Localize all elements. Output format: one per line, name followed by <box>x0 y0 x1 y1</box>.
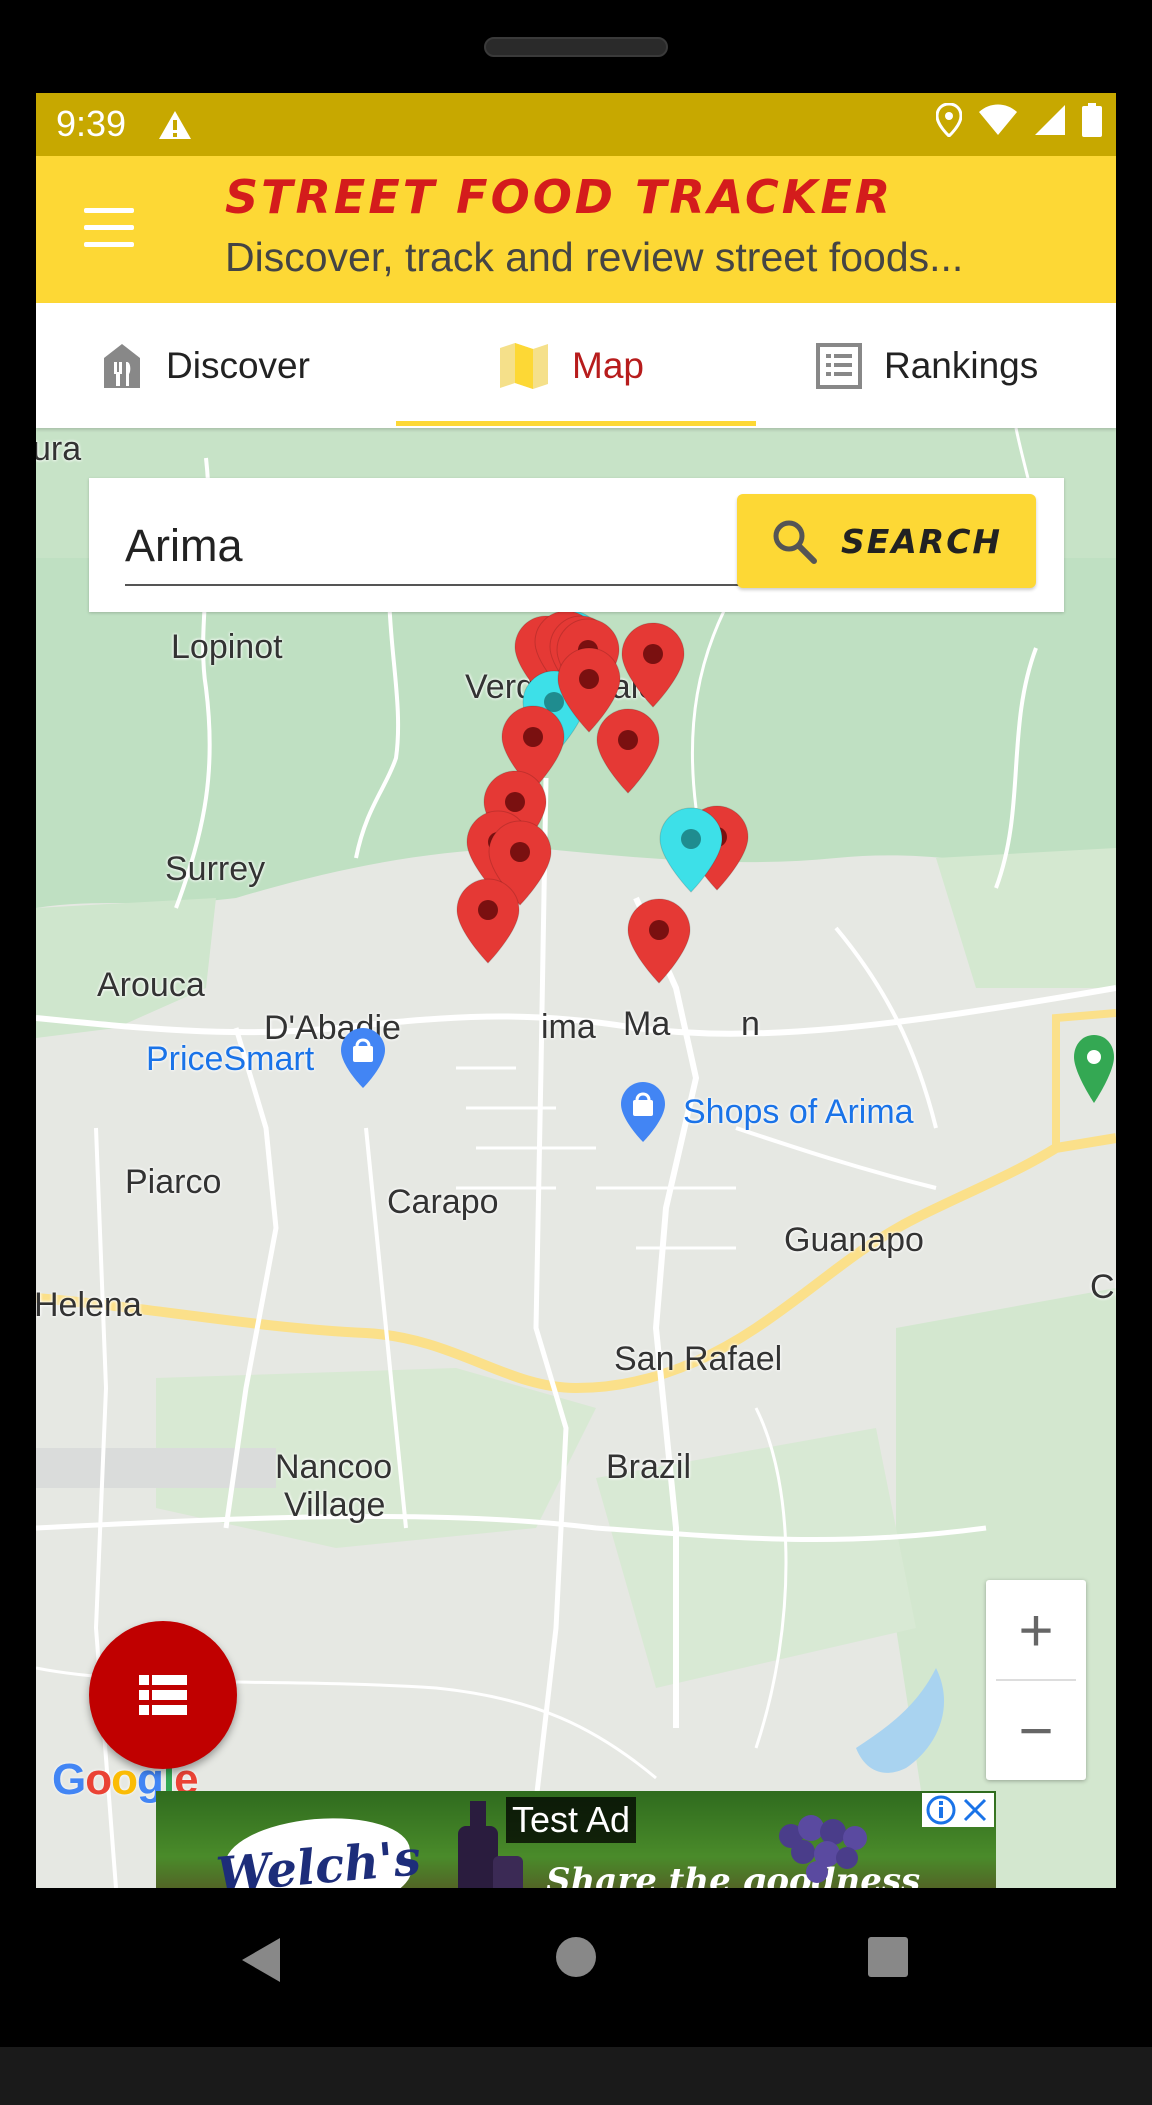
place-label: ura <box>36 430 82 468</box>
app-screen: 9:39 STREET FOOD TRACKER Discover, track… <box>36 93 1116 1888</box>
place-label: Ma <box>623 1005 671 1043</box>
place-label: Arouca <box>97 966 205 1004</box>
place-label: Brazil <box>606 1448 692 1486</box>
food-vendor-pin[interactable] <box>595 707 661 795</box>
tab-map[interactable]: Map <box>498 303 644 428</box>
tab-map-label: Map <box>572 344 644 386</box>
battery-icon <box>1082 103 1102 137</box>
close-icon[interactable] <box>960 1795 990 1825</box>
place-label: San Rafael <box>614 1340 783 1378</box>
device-chin <box>0 2047 1152 2105</box>
place-label: ima <box>541 1008 596 1046</box>
highlighted-food-pin[interactable] <box>658 806 724 894</box>
shopping-bag-pin-icon[interactable] <box>339 1026 387 1090</box>
tab-bar: Discover Map Rankings <box>36 303 1116 428</box>
warning-icon <box>159 111 191 139</box>
ad-choices[interactable] <box>922 1793 994 1827</box>
location-icon <box>936 103 962 137</box>
list-view-fab[interactable] <box>89 1621 237 1769</box>
test-ad-label: Test Ad <box>506 1797 637 1843</box>
recents-icon[interactable] <box>867 1936 909 1978</box>
food-vendor-pin[interactable] <box>626 897 692 985</box>
restaurant-icon <box>104 343 140 388</box>
place-label: Carapo <box>387 1183 499 1221</box>
grapes-image <box>779 1815 867 1883</box>
tab-discover[interactable]: Discover <box>100 303 310 428</box>
search-icon <box>773 520 817 564</box>
place-label-pricesmart[interactable]: PriceSmart <box>146 1040 314 1079</box>
system-nav-bar <box>0 1888 1152 2047</box>
place-label: Nancoo <box>275 1448 393 1486</box>
signal-icon <box>1035 105 1065 135</box>
place-label: Lopinot <box>171 628 283 666</box>
earpiece-speaker <box>484 37 668 57</box>
place-label: Piarco <box>125 1163 222 1201</box>
place-label: Helena <box>36 1286 142 1324</box>
place-label-shops-of-arima[interactable]: Shops of Arima <box>683 1093 914 1132</box>
list-icon <box>816 342 862 389</box>
search-card: SEARCH <box>89 478 1064 612</box>
map-view[interactable]: ura Lopinot Verdant Vale Surrey Arouca D… <box>36 428 1116 1888</box>
zoom-in-button[interactable]: + <box>986 1580 1086 1680</box>
status-time: 9:39 <box>56 103 127 144</box>
zoom-control: + − <box>986 1580 1086 1780</box>
welchs-logo: Welch's <box>214 1811 423 1888</box>
app-title: STREET FOOD TRACKER <box>225 170 894 224</box>
app-subtitle: Discover, track and review street foods.… <box>225 234 964 280</box>
home-icon[interactable] <box>555 1936 597 1978</box>
food-vendor-pin[interactable] <box>620 621 686 709</box>
search-button[interactable]: SEARCH <box>737 494 1036 588</box>
green-place-pin-icon[interactable] <box>1072 1033 1116 1113</box>
info-icon <box>926 1795 956 1825</box>
back-icon[interactable] <box>240 1936 284 1984</box>
shopping-bag-pin-icon[interactable] <box>619 1080 667 1144</box>
tab-rankings[interactable]: Rankings <box>816 303 1038 428</box>
list-view-icon <box>139 1675 187 1715</box>
search-button-label: SEARCH <box>840 521 1003 561</box>
wifi-icon <box>979 104 1017 135</box>
status-bar: 9:39 <box>36 93 1116 156</box>
place-label: Cu <box>1090 1268 1116 1306</box>
place-label: n <box>741 1005 760 1043</box>
tab-discover-label: Discover <box>166 344 310 386</box>
place-label: Surrey <box>165 850 266 888</box>
app-header: STREET FOOD TRACKER Discover, track and … <box>36 156 1116 303</box>
active-tab-indicator <box>396 421 756 426</box>
place-label: Guanapo <box>784 1221 924 1259</box>
tab-rankings-label: Rankings <box>884 344 1039 386</box>
ad-banner[interactable]: Welch's Test Ad Share the goodness <box>156 1791 996 1888</box>
hamburger-menu-icon[interactable] <box>84 208 134 248</box>
status-icons <box>936 103 1102 137</box>
place-label: Village <box>284 1486 386 1524</box>
food-vendor-pin[interactable] <box>455 877 521 965</box>
map-icon <box>500 342 548 389</box>
zoom-out-button[interactable]: − <box>986 1680 1086 1780</box>
